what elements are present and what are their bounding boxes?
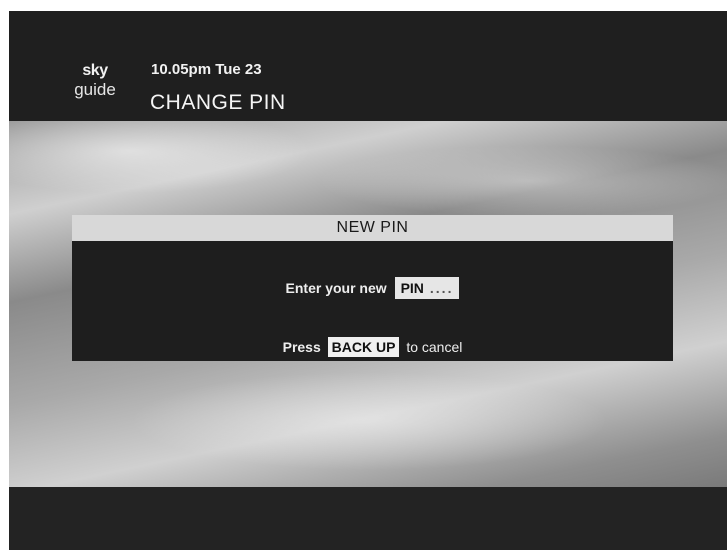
pin-field-label: PIN [400,280,424,296]
page-title: CHANGE PIN [150,91,286,114]
tv-screen: sky guide 10.05pm Tue 23 CHANGE PIN NEW … [9,11,727,550]
datetime-label: 10.05pm Tue 23 [151,61,262,78]
cancel-suffix-text: to cancel [406,339,463,355]
logo-sky-text: sky [82,62,108,79]
logo-guide-text: guide [74,80,116,99]
new-pin-dialog: NEW PIN Enter your new PIN.... Press BAC… [72,215,673,361]
pin-placeholder-dots: .... [429,280,454,296]
cancel-prefix-text: Press [282,339,321,355]
header-bar: sky guide 10.05pm Tue 23 CHANGE PIN [9,11,727,121]
pin-prompt-row: Enter your new PIN.... [72,277,673,299]
pin-input[interactable]: PIN.... [394,277,460,299]
dialog-title: NEW PIN [72,215,673,241]
back-up-button[interactable]: BACK UP [327,337,400,357]
sky-guide-logo: sky guide [65,62,125,99]
pin-prompt-text: Enter your new [285,280,387,296]
cancel-hint-row: Press BACK UP to cancel [72,337,673,357]
footer-bar [9,487,727,550]
